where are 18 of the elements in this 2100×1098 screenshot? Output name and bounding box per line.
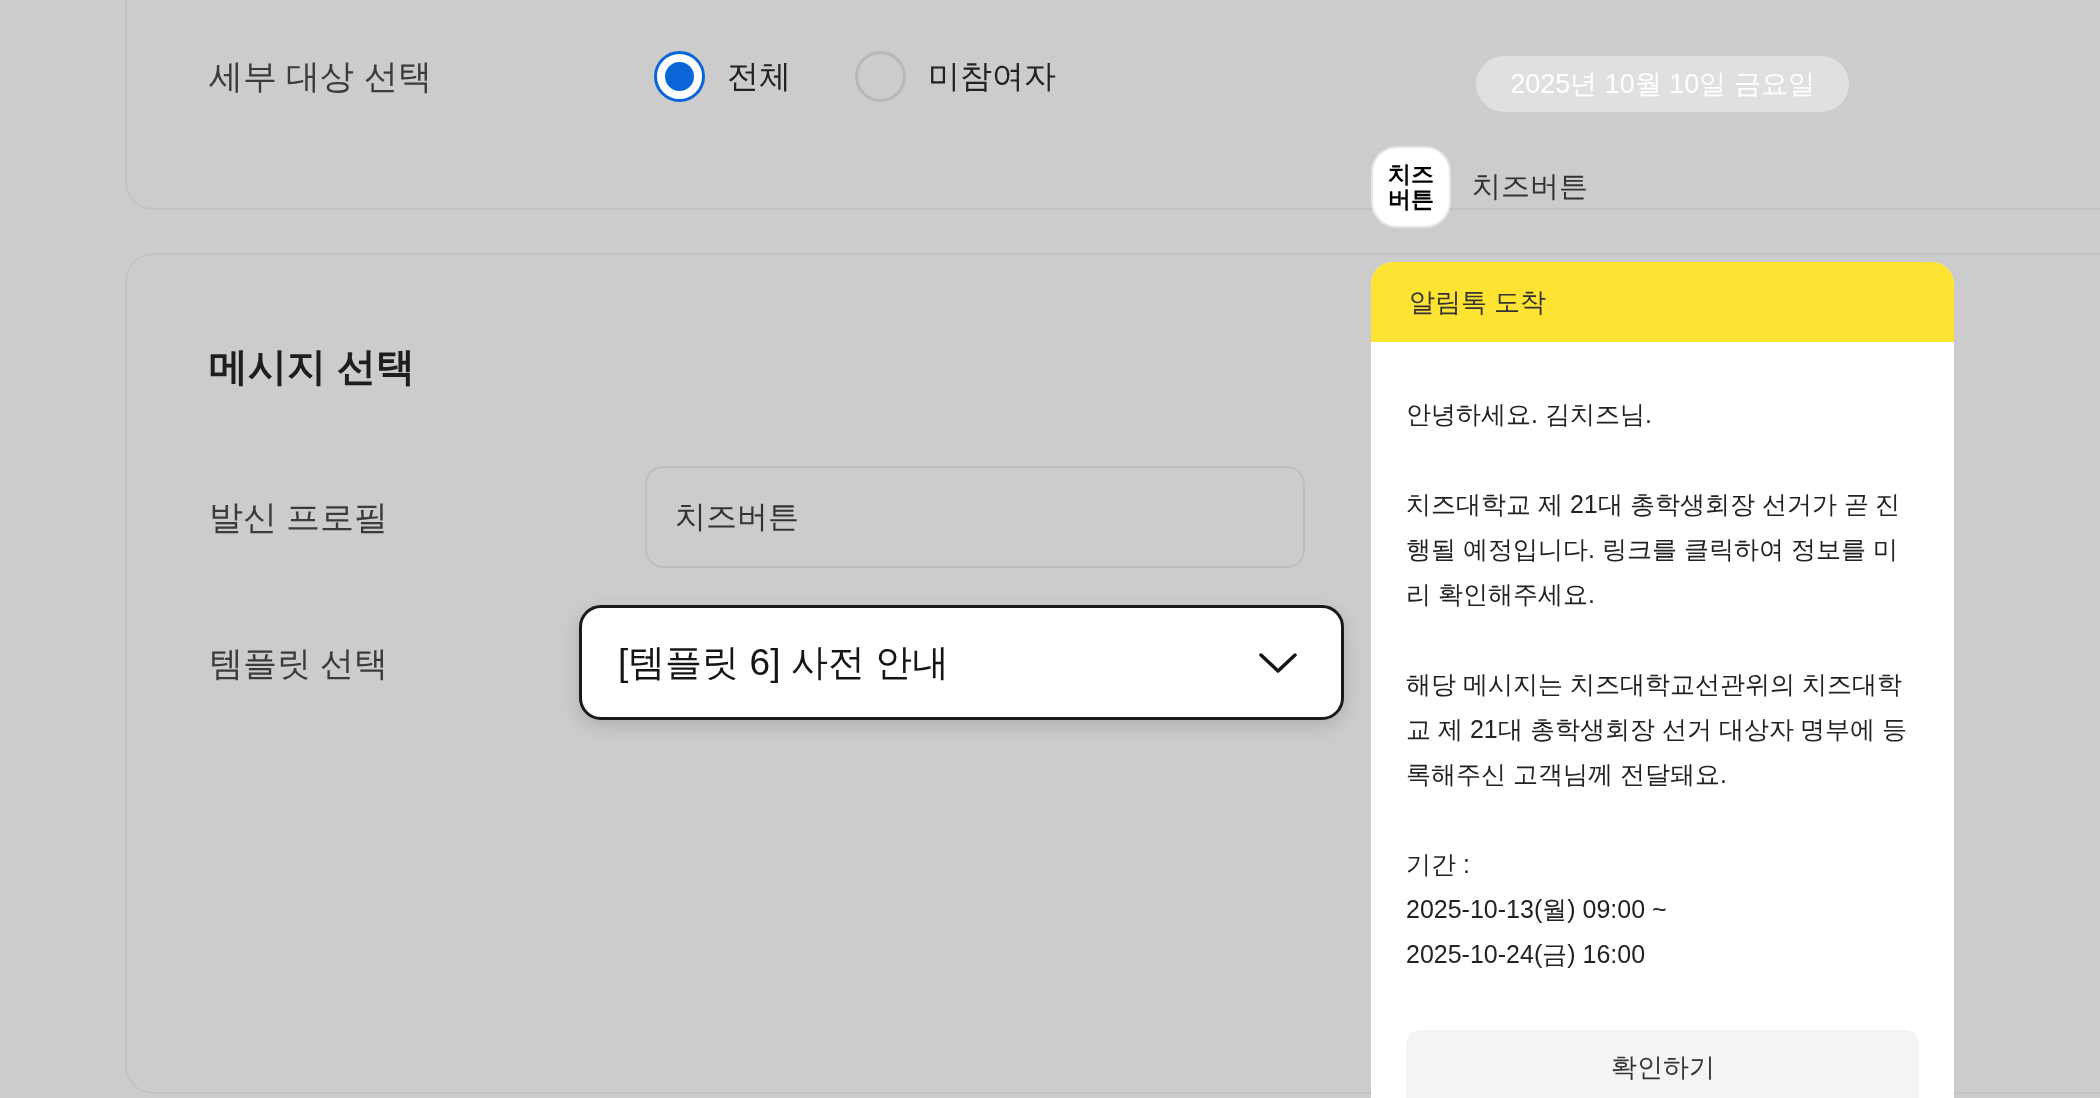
radio-button[interactable]: [654, 50, 705, 102]
field-label: 템플릿 선택: [209, 643, 389, 682]
section-title: 메시지 선택: [209, 344, 415, 390]
radio-label[interactable]: 미참여자: [928, 56, 1056, 96]
profile-logo: 치즈 버튼: [1371, 146, 1451, 228]
target-label: 세부 대상 선택: [209, 57, 432, 95]
message-paragraph: 치즈대학교 제 21대 총학생회장 선거가 곧 진행될 예정입니다. 링크를 클릭하여 정보를 미리 확인해주세요.: [1406, 489, 1902, 610]
profile-name: 치즈버튼: [1472, 169, 1588, 205]
sender-profile-field[interactable]: 치즈버튼: [645, 466, 1305, 568]
template-dropdown[interactable]: [템플릿 6] 사전 안내: [579, 605, 1344, 720]
chevron-down-icon: [1259, 652, 1297, 673]
message-paragraph: 해당 메시지는 치즈대학교선관위의 치즈대학교 제 21대 총학생회장 선거 대상자 명부에 등록해주신 고객님께 전달돼요.: [1406, 669, 1909, 790]
message-paragraph: 안녕하세요. 김치즈님.: [1406, 399, 1653, 430]
radio-label[interactable]: 전체: [727, 56, 791, 96]
message-paragraph: 기간 : 2025-10-13(월) 09:00 ~ 2025-10-24(금) 16:00: [1406, 849, 1668, 970]
confirm-button[interactable]: 확인하기: [1406, 1030, 1919, 1098]
message-header: 알림톡 도착: [1371, 262, 1954, 342]
field-label: 발신 프로필: [209, 498, 389, 536]
